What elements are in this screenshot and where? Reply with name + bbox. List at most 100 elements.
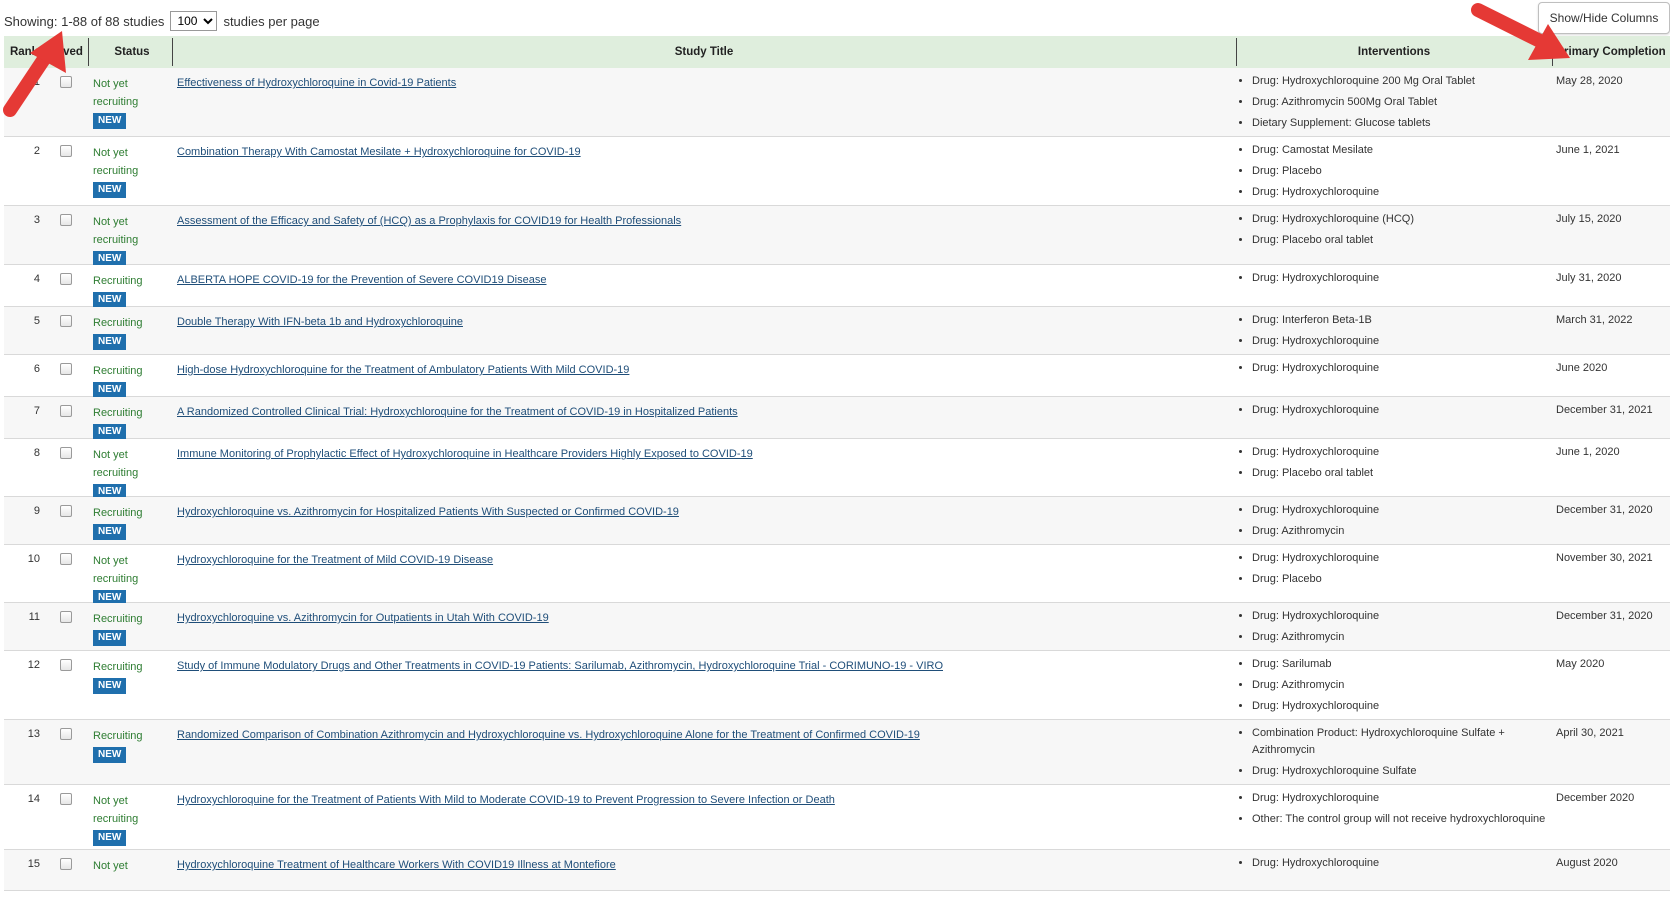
study-title-link[interactable]: Combination Therapy With Camostat Mesila… [177,144,1227,160]
study-title-link[interactable]: A Randomized Controlled Clinical Trial: … [177,404,1227,420]
status-text: Not yet recruiting [93,555,139,585]
show-hide-columns-button[interactable]: Show/Hide Columns [1538,2,1670,34]
table-row: 13 Recruiting NEW Randomized Comparison of … [4,720,1670,785]
save-study-checkbox[interactable] [60,363,72,375]
status-text: Not yet recruiting [93,795,139,825]
primary-completion-date: April 30, 2021 [1556,727,1624,739]
save-study-checkbox[interactable] [60,553,72,565]
study-status: Recruiting NEW [93,727,163,763]
table-row: 3 Not yet recruiting NEW Assessment of the … [4,206,1670,267]
study-title-link[interactable]: Double Therapy With IFN-beta 1b and Hydr… [177,314,1227,330]
intervention-item: Drug: Azithromycin [1252,677,1550,694]
results-table-body: 1 Not yet recruiting NEW Effectiveness of H… [4,68,1670,901]
study-title-link[interactable]: High-dose Hydroxychloroquine for the Tre… [177,362,1227,378]
primary-completion-date: June 1, 2020 [1556,446,1620,458]
row-rank: 14 [27,793,40,805]
save-study-checkbox[interactable] [60,728,72,740]
row-rank: 2 [33,145,40,157]
save-study-checkbox[interactable] [60,273,72,285]
save-study-checkbox[interactable] [60,447,72,459]
primary-completion-date: June 1, 2021 [1556,144,1620,156]
save-study-checkbox[interactable] [60,793,72,805]
study-title-link[interactable]: Hydroxychloroquine Treatment of Healthca… [177,857,1227,873]
primary-completion-date: July 15, 2020 [1556,213,1622,225]
intervention-item: Drug: Interferon Beta-1B [1252,312,1550,329]
new-badge: NEW [93,630,127,646]
study-title-link[interactable]: Hydroxychloroquine for the Treatment of … [177,792,1227,808]
intervention-item: Drug: Hydroxychloroquine [1252,402,1550,419]
study-status: Recruiting NEW [93,314,163,350]
intervention-item: Drug: Hydroxychloroquine [1252,698,1550,715]
study-title-link[interactable]: Hydroxychloroquine for the Treatment of … [177,552,1227,568]
status-text: Recruiting [93,365,143,377]
column-header-study-title[interactable]: Study Title [172,36,1236,68]
intervention-item: Drug: Hydroxychloroquine [1252,444,1550,461]
study-title-link[interactable]: ALBERTA HOPE COVID-19 for the Prevention… [177,272,1227,288]
column-header-rank[interactable]: Rank [4,36,44,68]
interventions-list: Drug: Camostat Mesilate Drug: Placebo Drug… [1240,142,1550,205]
row-rank: 7 [33,405,40,417]
study-title-link[interactable]: Study of Immune Modulatory Drugs and Oth… [177,658,1227,674]
study-title-link[interactable]: Assessment of the Efficacy and Safety of… [177,213,1227,229]
intervention-item: Drug: Placebo oral tablet [1252,232,1550,249]
column-header-saved[interactable]: Saved [44,36,88,68]
primary-completion-date: July 31, 2020 [1556,272,1622,284]
save-study-checkbox[interactable] [60,214,72,226]
table-row: 7 Recruiting NEW A Randomized Controlled Cl… [4,397,1670,440]
study-title-link[interactable]: Hydroxychloroquine vs. Azithromycin for … [177,610,1227,626]
row-rank: 15 [27,858,40,870]
save-study-checkbox[interactable] [60,315,72,327]
save-study-checkbox[interactable] [60,611,72,623]
new-badge: NEW [93,113,127,129]
intervention-item: Drug: Hydroxychloroquine [1252,333,1550,350]
table-row: 1 Not yet recruiting NEW Effectiveness of H… [4,68,1670,137]
primary-completion-date: March 31, 2022 [1556,314,1633,326]
intervention-item: Drug: Hydroxychloroquine [1252,855,1550,872]
row-rank: 5 [33,315,40,327]
primary-completion-date: May 28, 2020 [1556,75,1623,87]
row-rank: 8 [33,447,40,459]
status-text: Not yet recruiting [93,449,139,479]
column-header-status[interactable]: Status [88,36,176,68]
save-study-checkbox[interactable] [60,405,72,417]
row-rank: 3 [33,214,40,226]
study-title-link[interactable]: Immune Monitoring of Prophylactic Effect… [177,446,1227,462]
study-status: Recruiting NEW [93,658,163,694]
primary-completion-date: June 2020 [1556,362,1608,374]
save-study-checkbox[interactable] [60,76,72,88]
study-status: Not yet recruiting NEW [93,213,163,267]
save-study-checkbox[interactable] [60,145,72,157]
column-header-primary-completion[interactable]: Primary Completion [1552,36,1670,68]
new-badge: NEW [93,382,127,398]
interventions-list: Drug: Hydroxychloroquine 200 Mg Oral Tab… [1240,73,1550,136]
table-row: 14 Not yet recruiting NEW Hydroxychloroquin… [4,785,1670,850]
save-study-checkbox[interactable] [60,505,72,517]
interventions-list: Drug: Sarilumab Drug: Azithromycin Drug: H… [1240,656,1550,719]
intervention-item: Drug: Azithromycin 500Mg Oral Tablet [1252,94,1550,111]
interventions-list: Drug: Hydroxychloroquine [1240,402,1550,423]
row-rank: 6 [33,363,40,375]
table-row: 11 Recruiting NEW Hydroxychloroquine vs. Az… [4,603,1670,651]
intervention-item: Drug: Camostat Mesilate [1252,142,1550,159]
intervention-item: Drug: Sarilumab [1252,656,1550,673]
interventions-list: Combination Product: Hydroxychloroquine … [1240,725,1550,784]
table-row: 8 Not yet recruiting NEW Immune Monitoring … [4,439,1670,500]
new-badge: NEW [93,678,127,694]
intervention-item: Drug: Hydroxychloroquine [1252,608,1550,625]
interventions-list: Drug: Hydroxychloroquine Drug: Placebo [1240,550,1550,592]
study-status: Not yet recruiting NEW [93,75,163,129]
intervention-item: Drug: Hydroxychloroquine Sulfate [1252,763,1550,780]
per-page-select[interactable]: 100 [170,11,218,31]
study-title-link[interactable]: Effectiveness of Hydroxychloroquine in C… [177,75,1227,91]
study-title-link[interactable]: Randomized Comparison of Combination Azi… [177,727,1227,743]
save-study-checkbox[interactable] [60,659,72,671]
primary-completion-date: December 31, 2020 [1556,504,1653,516]
new-badge: NEW [93,292,127,308]
table-row: 4 Recruiting NEW ALBERTA HOPE COVID-19 for … [4,265,1670,308]
intervention-item: Drug: Hydroxychloroquine [1252,184,1550,201]
study-title-link[interactable]: Hydroxychloroquine vs. Azithromycin for … [177,504,1227,520]
column-header-interventions[interactable]: Interventions [1236,36,1552,68]
save-study-checkbox[interactable] [60,858,72,870]
new-badge: NEW [93,424,127,440]
table-row: 6 Recruiting NEW High-dose Hydroxychloroqui… [4,355,1670,398]
